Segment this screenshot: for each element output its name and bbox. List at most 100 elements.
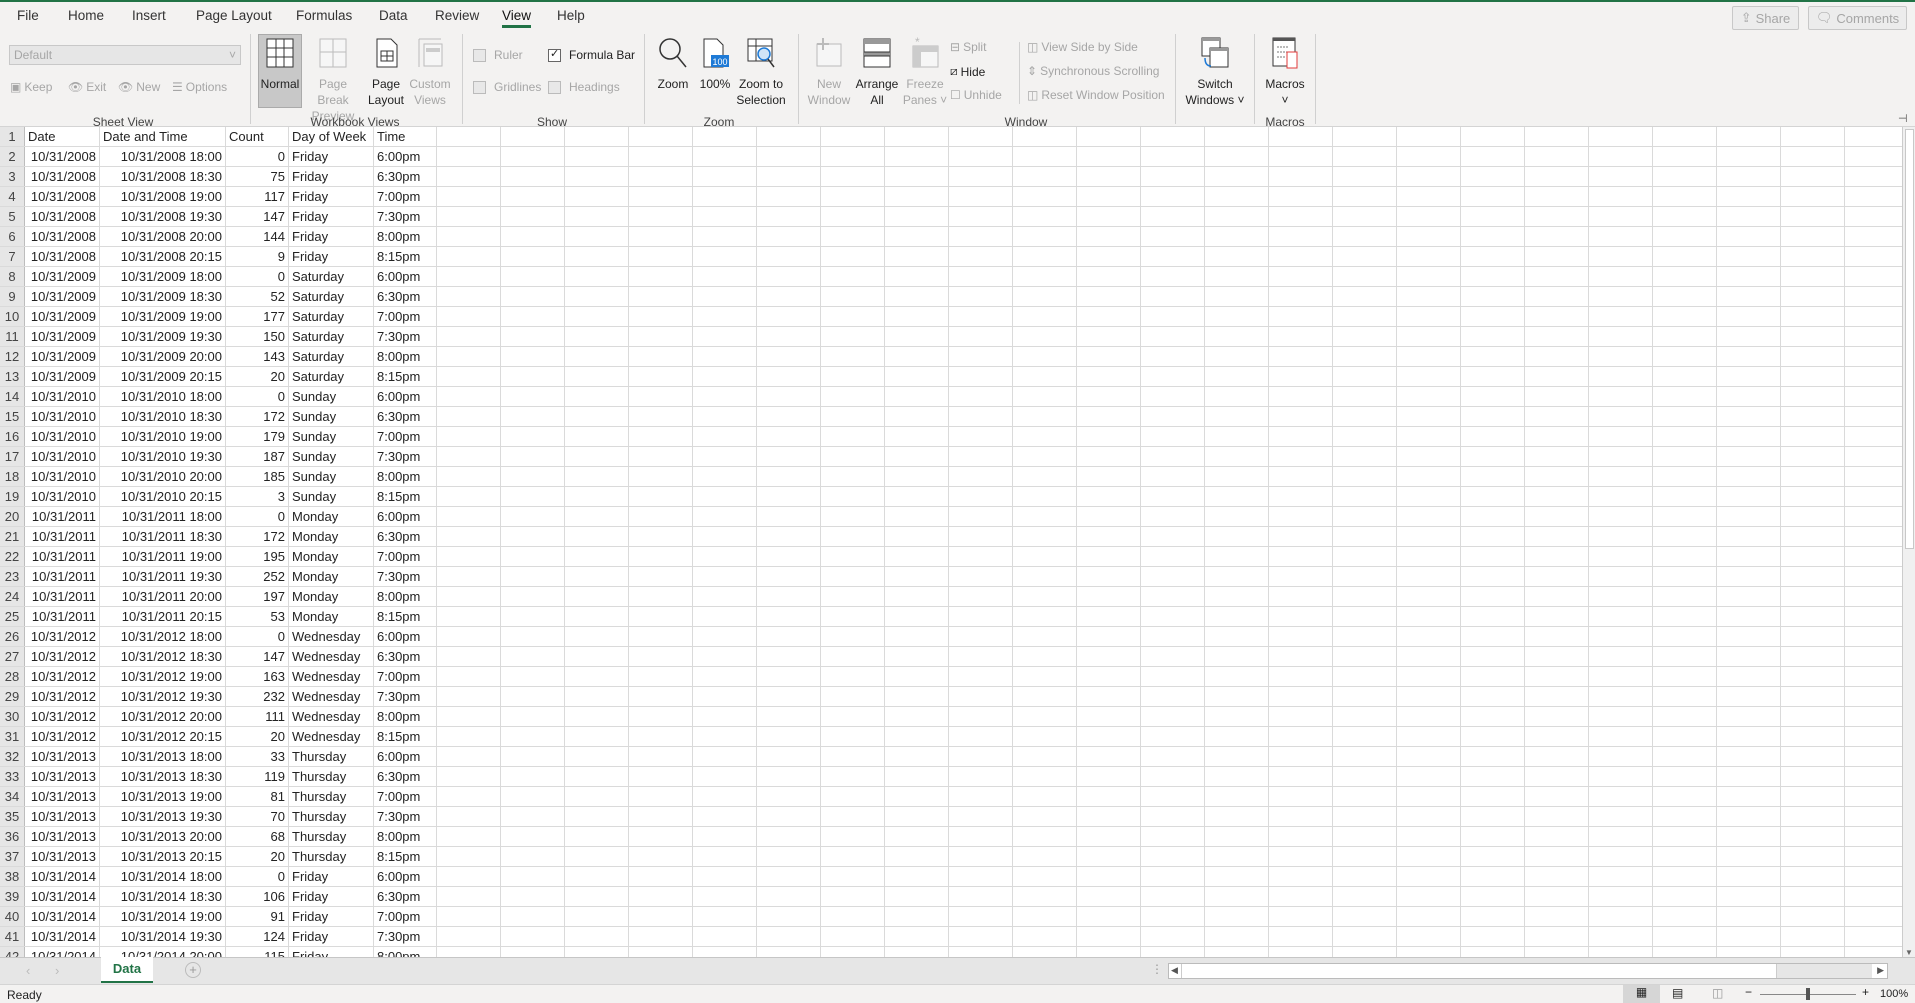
cell[interactable]: Friday [289,947,374,957]
cell[interactable]: 106 [226,887,289,906]
empty-cells[interactable] [437,627,1902,646]
cell[interactable]: 75 [226,167,289,186]
cell[interactable]: Saturday [289,347,374,366]
cell[interactable]: 6:00pm [374,147,437,166]
cell[interactable]: Monday [289,567,374,586]
cell[interactable]: 7:00pm [374,427,437,446]
cell[interactable]: Friday [289,927,374,946]
cell[interactable]: 10/31/2009 [25,347,100,366]
cell[interactable]: 187 [226,447,289,466]
cell[interactable]: 10/31/2011 [25,547,100,566]
tab-home[interactable]: Home [68,8,104,23]
empty-cells[interactable] [437,727,1902,746]
row-number[interactable]: 26 [0,627,25,646]
cell[interactable]: Monday [289,607,374,626]
cell[interactable]: Friday [289,887,374,906]
cell[interactable]: 0 [226,867,289,886]
row-number[interactable]: 30 [0,707,25,726]
row-number[interactable]: 5 [0,207,25,226]
cell[interactable]: 10/31/2011 20:15 [100,607,226,626]
cell[interactable]: 10/31/2012 18:00 [100,627,226,646]
cell[interactable]: 10/31/2010 [25,427,100,446]
tab-page-layout[interactable]: Page Layout [196,8,272,23]
cell[interactable]: 10/31/2013 [25,747,100,766]
cell[interactable]: 8:00pm [374,467,437,486]
tab-insert[interactable]: Insert [132,8,166,23]
cell[interactable]: 10/31/2008 20:00 [100,227,226,246]
cell[interactable]: 10/31/2009 [25,367,100,386]
split-handle-icon[interactable]: ⋮ [1151,962,1163,976]
cell[interactable]: 10/31/2014 [25,907,100,926]
row-number[interactable]: 17 [0,447,25,466]
cell[interactable]: Friday [289,247,374,266]
cell[interactable]: 10/31/2013 18:00 [100,747,226,766]
row-number[interactable]: 35 [0,807,25,826]
cell[interactable]: Monday [289,527,374,546]
cell[interactable]: 10/31/2012 18:30 [100,647,226,666]
row-number[interactable]: 19 [0,487,25,506]
cell[interactable]: Sunday [289,487,374,506]
empty-cells[interactable] [437,947,1902,957]
cell[interactable]: 7:30pm [374,327,437,346]
empty-cells[interactable] [437,187,1902,206]
cell[interactable]: 10/31/2014 19:00 [100,907,226,926]
empty-cells[interactable] [437,647,1902,666]
cell[interactable]: 7:00pm [374,787,437,806]
row-number[interactable]: 23 [0,567,25,586]
empty-cells[interactable] [437,407,1902,426]
empty-cells[interactable] [437,787,1902,806]
formula-bar-checkbox[interactable]: Formula Bar [548,47,635,62]
zoom-in-icon[interactable]: + [1862,985,1869,999]
column-header-cell[interactable]: Date and Time [100,127,226,146]
cell[interactable]: 6:30pm [374,647,437,666]
zoom-to-selection-button[interactable]: Zoom to Selection [736,36,786,108]
cell[interactable]: 8:15pm [374,247,437,266]
add-sheet-icon[interactable]: + [185,962,201,978]
cell[interactable]: 6:00pm [374,507,437,526]
row-number[interactable]: 37 [0,847,25,866]
cell[interactable]: 91 [226,907,289,926]
empty-cells[interactable] [437,347,1902,366]
next-sheet-icon[interactable]: › [55,963,59,978]
cell[interactable]: 147 [226,207,289,226]
row-number[interactable]: 33 [0,767,25,786]
empty-cells[interactable] [437,827,1902,846]
cell[interactable]: 10/31/2009 20:00 [100,347,226,366]
cell[interactable]: 144 [226,227,289,246]
cell[interactable]: 10/31/2008 18:30 [100,167,226,186]
cell[interactable]: 6:00pm [374,747,437,766]
zoom-100-button[interactable]: 100 100% [690,36,740,92]
cell[interactable]: 197 [226,587,289,606]
empty-cells[interactable] [437,327,1902,346]
cell[interactable]: 10/31/2008 [25,227,100,246]
cell[interactable]: 6:30pm [374,887,437,906]
cell[interactable]: 10/31/2011 19:00 [100,547,226,566]
row-number[interactable]: 25 [0,607,25,626]
cell[interactable]: 10/31/2012 [25,647,100,666]
cell[interactable]: 10/31/2014 [25,927,100,946]
cell[interactable]: 10/31/2011 [25,567,100,586]
empty-cells[interactable] [437,267,1902,286]
prev-sheet-icon[interactable]: ‹ [26,963,30,978]
cell[interactable]: 10/31/2009 [25,327,100,346]
scroll-left-icon[interactable]: ◀ [1171,965,1178,976]
cell[interactable]: 68 [226,827,289,846]
cell[interactable]: 8:00pm [374,347,437,366]
cell[interactable]: 10/31/2012 [25,667,100,686]
cell[interactable]: 8:15pm [374,607,437,626]
cell[interactable]: 10/31/2010 18:00 [100,387,226,406]
cell[interactable]: Sunday [289,467,374,486]
cell[interactable]: 6:00pm [374,267,437,286]
cell[interactable]: 7:30pm [374,567,437,586]
empty-cells[interactable] [437,167,1902,186]
cell[interactable]: 3 [226,487,289,506]
freeze-panes-button[interactable]: * Freeze Panes ˅ [900,36,950,108]
cell[interactable]: 177 [226,307,289,326]
new-window-button[interactable]: New Window [804,36,854,108]
row-number[interactable]: 32 [0,747,25,766]
cell[interactable]: 10/31/2011 [25,527,100,546]
tab-formulas[interactable]: Formulas [296,8,352,23]
cell[interactable]: 10/31/2013 19:30 [100,807,226,826]
cell[interactable]: 7:30pm [374,807,437,826]
empty-cells[interactable] [437,887,1902,906]
